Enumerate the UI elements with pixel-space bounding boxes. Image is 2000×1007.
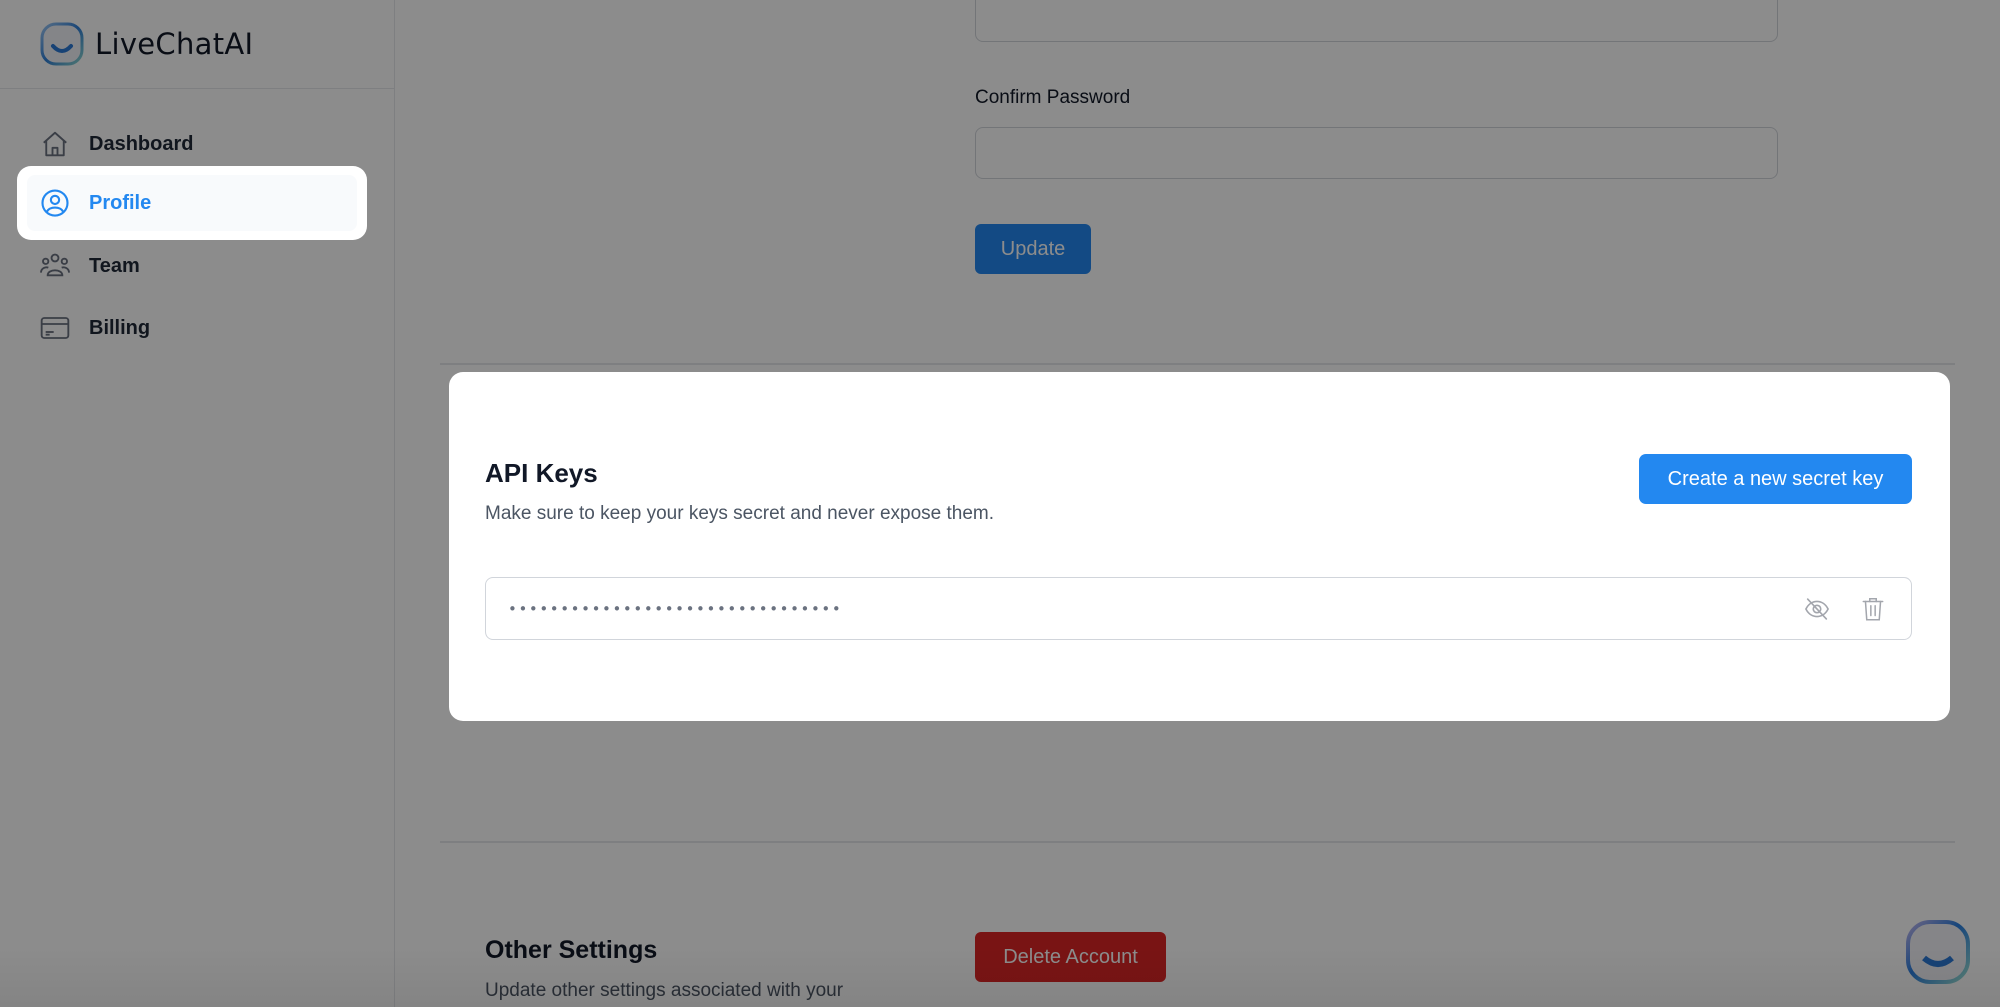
api-keys-card: API Keys Make sure to keep your keys sec… bbox=[449, 372, 1950, 721]
user-circle-icon bbox=[39, 187, 71, 219]
sidebar-item-dashboard[interactable]: Dashboard bbox=[27, 116, 367, 172]
brand-name: LiveChatAI bbox=[95, 27, 254, 61]
update-password-button[interactable]: Update bbox=[975, 224, 1091, 274]
section-divider bbox=[440, 363, 1955, 365]
sidebar-item-billing[interactable]: Billing bbox=[27, 300, 367, 356]
smiley-bubble-icon bbox=[40, 22, 84, 66]
home-icon bbox=[39, 128, 71, 160]
api-keys-title: API Keys bbox=[485, 458, 598, 488]
api-key-actions bbox=[1803, 578, 1887, 639]
section-divider bbox=[440, 841, 1955, 843]
api-key-value[interactable]: •••••••••••••••••••••••••••••••• bbox=[508, 600, 842, 618]
sidebar-item-label: Billing bbox=[89, 316, 151, 339]
eye-off-icon[interactable] bbox=[1803, 595, 1831, 623]
sidebar-item-team[interactable]: Team bbox=[27, 238, 367, 294]
spotlight-profile: Profile bbox=[17, 166, 367, 240]
brand-header: LiveChatAI bbox=[0, 0, 394, 89]
credit-card-icon bbox=[39, 312, 71, 344]
sidebar-item-profile[interactable]: Profile bbox=[27, 175, 357, 231]
delete-account-button[interactable]: Delete Account bbox=[975, 932, 1166, 982]
sidebar-item-label: Team bbox=[89, 254, 140, 277]
sidebar-item-label: Dashboard bbox=[89, 132, 194, 155]
sidebar: LiveChatAI Dashboard Team Billing bbox=[0, 0, 395, 1007]
sidebar-item-label: Profile bbox=[89, 191, 152, 214]
chat-launcher-icon[interactable] bbox=[1904, 918, 1972, 986]
api-keys-description: Make sure to keep your keys secret and n… bbox=[485, 503, 995, 524]
new-password-input[interactable] bbox=[975, 0, 1778, 42]
create-secret-key-button[interactable]: Create a new secret key bbox=[1639, 454, 1912, 504]
confirm-password-input[interactable] bbox=[975, 127, 1778, 179]
api-key-row: •••••••••••••••••••••••••••••••• bbox=[485, 577, 1912, 640]
other-settings-title: Other Settings bbox=[485, 936, 658, 964]
users-group-icon bbox=[39, 250, 71, 282]
trash-icon[interactable] bbox=[1859, 595, 1887, 623]
confirm-password-label: Confirm Password bbox=[975, 87, 1131, 108]
other-settings-description: Update other settings associated with yo… bbox=[485, 980, 844, 1001]
